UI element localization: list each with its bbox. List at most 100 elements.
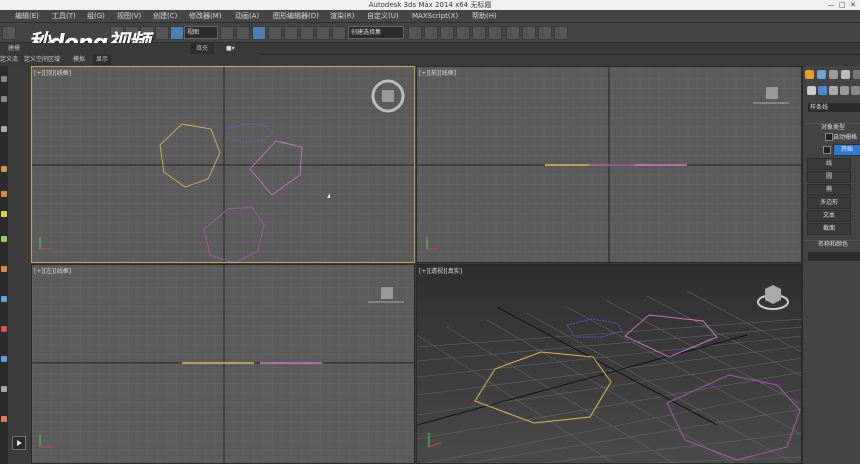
select-object-icon[interactable] xyxy=(170,26,184,40)
tab-display[interactable]: 显示 xyxy=(93,54,112,65)
rotate-icon[interactable] xyxy=(252,26,266,40)
name-color-rollout[interactable]: 名称和颜色 xyxy=(805,240,860,249)
tab-simulate[interactable]: 模拟 xyxy=(73,54,85,65)
viewport-left[interactable]: [+][左][线框] xyxy=(31,264,415,464)
section-button[interactable]: 截面 xyxy=(807,223,851,235)
ribbon-toggle-icon[interactable] xyxy=(456,26,470,40)
ribbon-modeling-label[interactable]: 建模 xyxy=(8,43,20,54)
menu-group[interactable]: 组(G) xyxy=(87,10,105,22)
render-setup-icon[interactable] xyxy=(522,26,536,40)
layer-manager-icon[interactable] xyxy=(440,26,454,40)
curve-editor-icon[interactable] xyxy=(472,26,486,40)
tab-define-space[interactable]: 定义空间区域 xyxy=(24,54,60,65)
geometry-icon[interactable] xyxy=(807,86,816,95)
line-button[interactable]: 线 xyxy=(807,158,851,170)
selection-filter-icon[interactable] xyxy=(155,26,169,40)
left-tool-strip xyxy=(0,66,8,464)
menu-edit[interactable]: 编辑(E) xyxy=(15,10,39,22)
tool-icon[interactable] xyxy=(1,356,7,362)
maximize-icon[interactable]: □ xyxy=(839,1,846,9)
start-new-shape-button[interactable]: 开始 xyxy=(833,144,860,156)
auto-grid-checkbox[interactable] xyxy=(825,133,833,141)
viewport-front-canvas[interactable] xyxy=(417,67,802,263)
window-title: Autodesk 3ds Max 2014 x64 无标题 xyxy=(368,1,492,9)
ellipse-button[interactable]: 椭 xyxy=(807,184,851,196)
circle-button[interactable]: 圆 xyxy=(807,171,851,183)
object-type-rollout[interactable]: 对象类型 xyxy=(805,123,860,132)
viewport-perspective[interactable]: [+][透视][真实] xyxy=(416,264,802,464)
tool-icon[interactable] xyxy=(1,416,7,422)
tab-define-flow[interactable]: 定义流 xyxy=(0,54,18,65)
tool-icon[interactable] xyxy=(1,211,7,217)
mirror-icon[interactable] xyxy=(408,26,422,40)
edit-named-sets-icon[interactable] xyxy=(332,26,346,40)
menu-views[interactable]: 视图(V) xyxy=(117,10,141,22)
schematic-view-icon[interactable] xyxy=(488,26,502,40)
menu-bar: 编辑(E) 工具(T) 组(G) 视图(V) 创建(C) 修改器(M) 动画(A… xyxy=(0,10,860,23)
viewport-top[interactable]: [+][顶][线框] xyxy=(31,66,415,263)
hierarchy-tab-icon[interactable] xyxy=(829,70,838,79)
select-by-name-icon[interactable] xyxy=(220,26,234,40)
viewport-left-canvas[interactable] xyxy=(32,265,415,464)
close-icon[interactable]: ✕ xyxy=(850,1,856,9)
menu-modifiers[interactable]: 修改器(M) xyxy=(189,10,222,22)
modify-tab-icon[interactable] xyxy=(817,70,826,79)
percent-snap-icon[interactable] xyxy=(316,26,330,40)
shapes-icon[interactable] xyxy=(818,86,827,95)
menu-tools[interactable]: 工具(T) xyxy=(52,10,76,22)
tool-icon[interactable] xyxy=(1,326,7,332)
display-tab-icon[interactable] xyxy=(853,70,860,79)
viewport-top-canvas[interactable] xyxy=(32,67,415,263)
ngon-button[interactable]: 多边形 xyxy=(807,197,851,209)
tool-icon[interactable] xyxy=(1,296,7,302)
helpers-icon[interactable] xyxy=(851,86,860,95)
ribbon-dropdown-icon[interactable]: ■▾ xyxy=(226,43,235,54)
motion-tab-icon[interactable] xyxy=(841,70,850,79)
tool-icon[interactable] xyxy=(1,266,7,272)
tool-icon[interactable] xyxy=(1,386,7,392)
viewport-top-label[interactable]: [+][顶][线框] xyxy=(34,68,71,77)
reference-coord-select[interactable]: 视图 xyxy=(184,26,218,39)
window-controls: — □ ✕ xyxy=(828,0,856,10)
angle-snap-icon[interactable] xyxy=(300,26,314,40)
viewport-front-label[interactable]: [+][前][线框] xyxy=(419,68,456,77)
menu-help[interactable]: 帮助(H) xyxy=(472,10,497,22)
snap-icon[interactable] xyxy=(284,26,298,40)
tool-icon[interactable] xyxy=(1,76,7,82)
object-name-field[interactable] xyxy=(808,252,860,261)
auto-grid-label: 自动栅格 xyxy=(833,134,858,141)
viewport-left-label[interactable]: [+][左][线框] xyxy=(34,266,71,275)
viewport-perspective-canvas[interactable] xyxy=(417,265,802,464)
tool-icon[interactable] xyxy=(1,96,7,102)
tool-icon[interactable] xyxy=(1,126,7,132)
tool-icon[interactable] xyxy=(1,191,7,197)
undo-icon[interactable] xyxy=(2,26,16,40)
align-icon[interactable] xyxy=(424,26,438,40)
ribbon-fill-tab[interactable]: 填充 xyxy=(190,43,215,54)
minimize-icon[interactable]: — xyxy=(828,1,835,9)
viewport-front[interactable]: [+][前][线框] xyxy=(416,66,802,263)
start-new-shape-checkbox[interactable] xyxy=(823,146,831,154)
render-icon[interactable] xyxy=(554,26,568,40)
viewport-perspective-label[interactable]: [+][透视][真实] xyxy=(419,266,462,275)
tool-icon[interactable] xyxy=(1,236,7,242)
material-editor-icon[interactable] xyxy=(506,26,520,40)
menu-graph-editors[interactable]: 图形编辑器(D) xyxy=(273,10,319,22)
menu-maxscript[interactable]: MAXScript(X) xyxy=(412,10,458,22)
menu-customize[interactable]: 自定义(U) xyxy=(367,10,399,22)
menu-create[interactable]: 创建(C) xyxy=(153,10,177,22)
create-tab-icon[interactable] xyxy=(805,70,814,79)
cameras-icon[interactable] xyxy=(840,86,849,95)
lights-icon[interactable] xyxy=(829,86,838,95)
command-panel: 样条线 对象类型 自动栅格 开始 线 圆 椭 多边形 文本 截面 名称和颜色 xyxy=(802,66,860,464)
move-icon[interactable] xyxy=(236,26,250,40)
menu-rendering[interactable]: 渲染(R) xyxy=(330,10,354,22)
tool-icon[interactable] xyxy=(1,166,7,172)
named-selection-set[interactable]: 创建选择集 xyxy=(348,26,404,39)
text-button[interactable]: 文本 xyxy=(807,210,851,222)
rendered-frame-icon[interactable] xyxy=(538,26,552,40)
play-button[interactable] xyxy=(12,436,26,450)
menu-animation[interactable]: 动画(A) xyxy=(235,10,259,22)
scale-icon[interactable] xyxy=(268,26,282,40)
category-dropdown[interactable]: 样条线 xyxy=(808,103,860,112)
